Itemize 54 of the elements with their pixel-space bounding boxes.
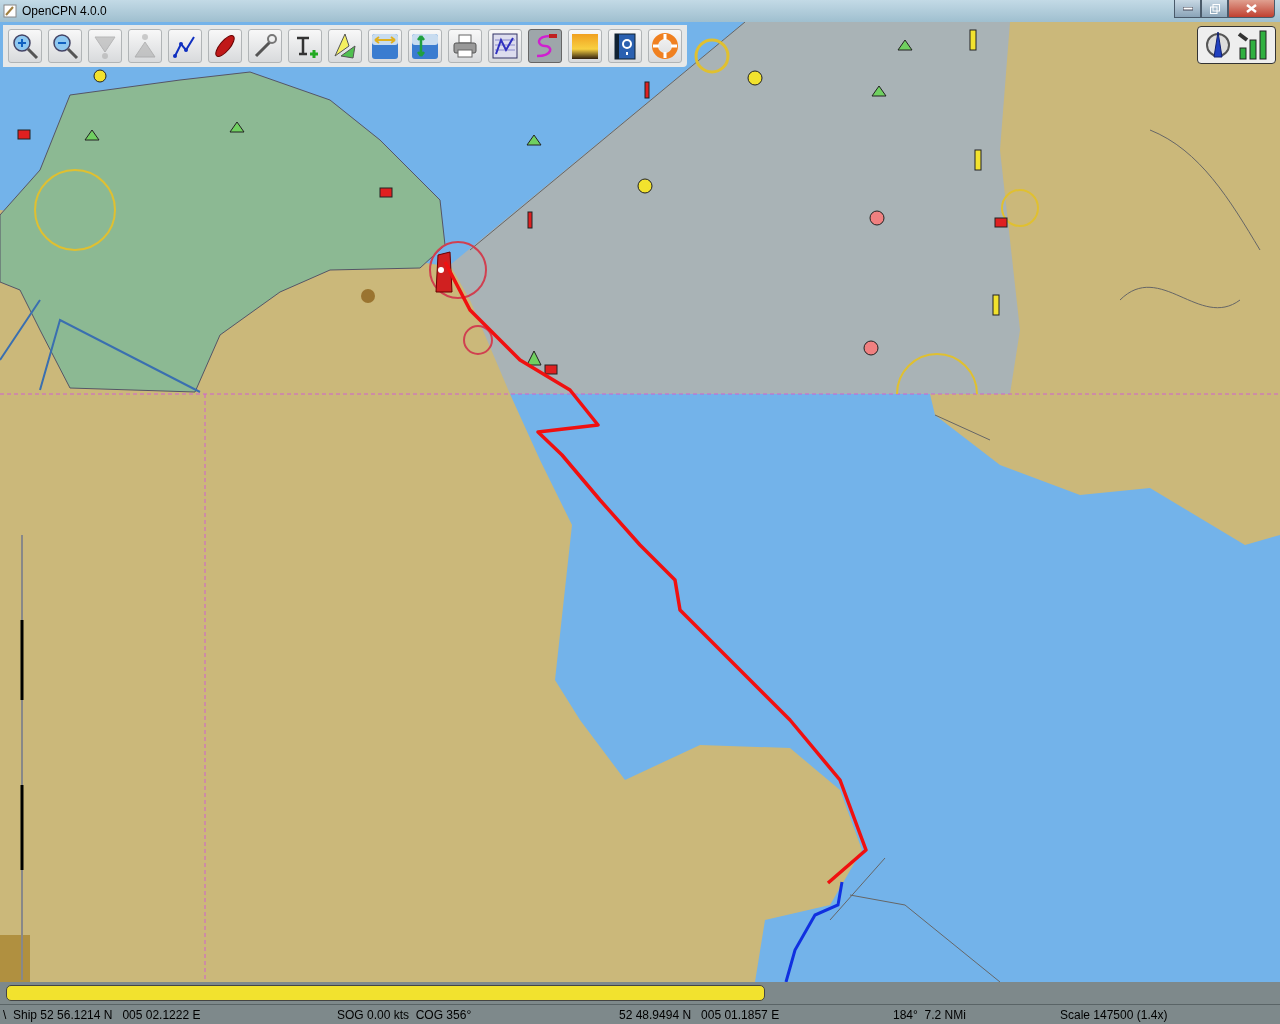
beacon-symbol [969,29,977,51]
ship-position-text: Ship 52 56.1214 N 005 02.1222 E [13,1008,202,1022]
triangle-up-icon [131,32,159,60]
beacon-symbol [994,217,1008,228]
chart-scale-text: Scale 147500 (1.4x) [1060,1008,1168,1022]
color-scheme-button[interactable] [568,29,602,63]
compass-icon [1204,30,1231,60]
cursor-position-text: 52 48.9494 N 005 01.1857 E [619,1008,781,1022]
ais-button[interactable] [328,29,362,63]
route-list-icon [491,32,519,60]
zoom-in-button[interactable] [8,29,42,63]
zoom-out-icon [51,32,79,60]
status-grip-text: \ [2,1008,8,1022]
text-button[interactable] [288,29,322,63]
settings-button[interactable] [248,29,282,63]
speed-course-text: SOG 0.00 kts COG 356° [337,1008,473,1022]
sunset-icon [571,32,599,60]
ship-button[interactable] [208,29,242,63]
print-button[interactable] [448,29,482,63]
close-button[interactable] [1228,0,1275,18]
zoom-in-icon [11,32,39,60]
minimize-icon [1182,6,1193,11]
route-manager-button[interactable] [488,29,522,63]
mob-button[interactable] [648,29,682,63]
app-icon [3,4,17,18]
landmark-dot [361,289,375,303]
signal-bars-icon [1236,30,1269,60]
window-title: OpenCPN 4.0.0 [22,4,107,18]
track-button[interactable] [528,29,562,63]
printer-icon [451,32,479,60]
lifebuoy-icon [651,32,679,60]
current-button[interactable] [408,29,442,63]
beacon-symbol [544,364,558,375]
current-icon [411,32,439,60]
bearing-distance-text: 184° 7.2 NMi [893,1008,967,1022]
tide-button[interactable] [368,29,402,63]
beacon-symbol [974,149,982,171]
minimize-button[interactable] [1174,0,1201,18]
help-button[interactable] [608,29,642,63]
beacon-symbol [527,211,533,229]
beacon-symbol [17,129,31,140]
tide-icon [371,32,399,60]
route-button[interactable] [168,29,202,63]
restore-icon [1209,3,1220,14]
maximize-button[interactable] [1201,0,1228,18]
book-icon [611,32,639,60]
close-icon [1246,4,1257,13]
beacon-symbol [644,81,650,99]
zoom-out-button[interactable] [48,29,82,63]
beacon-symbol [992,294,1000,316]
built-up-area [0,935,30,982]
beacon-symbol [379,187,393,198]
chart-key[interactable] [6,985,765,1001]
triangles-icon [331,32,359,60]
